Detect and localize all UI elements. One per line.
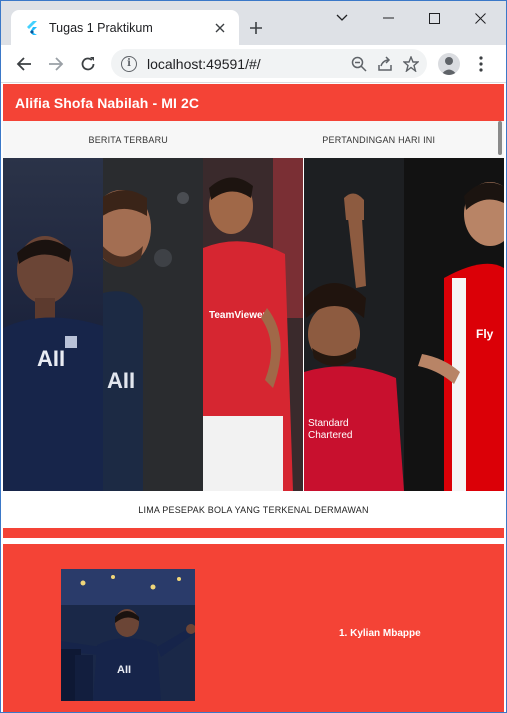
tab-pertandingan-hari-ini[interactable]: PERTANDINGAN HARI INI	[254, 135, 505, 145]
address-bar[interactable]: i localhost:49591/#/	[111, 49, 427, 78]
back-icon[interactable]	[12, 52, 36, 76]
hero-caption: LIMA PESEPAK BOLA YANG TERKENAL DERMAWAN	[3, 491, 504, 528]
player-photo-strip: TeamViewer	[203, 158, 304, 491]
player-card[interactable]: AII 1. Kylian Mbappe	[3, 544, 504, 712]
profile-icon[interactable]	[438, 53, 460, 75]
svg-text:Standard: Standard	[308, 418, 349, 429]
svg-text:Chartered: Chartered	[308, 430, 352, 441]
hero-image: AII AII TeamViewer Standard Chartered Fl…	[3, 158, 504, 491]
hero-caption-text: LIMA PESEPAK BOLA YANG TERKENAL DERMAWAN	[138, 504, 369, 515]
url-text[interactable]: localhost:49591/#/	[147, 56, 349, 72]
svg-text:TeamViewer: TeamViewer	[209, 310, 267, 321]
kebab-menu-icon[interactable]	[469, 52, 493, 76]
minimize-button[interactable]	[373, 7, 403, 29]
app-tab-bar: BERITA TERBARU PERTANDINGAN HARI INI	[3, 121, 504, 158]
forward-icon[interactable]	[44, 52, 68, 76]
zoom-icon[interactable]	[349, 54, 369, 74]
svg-text:AII: AII	[117, 664, 131, 676]
tab-title: Tugas 1 Praktikum	[49, 20, 153, 35]
divider	[3, 528, 504, 538]
player-photo: AII	[61, 569, 195, 701]
new-tab-button[interactable]	[245, 17, 267, 39]
svg-text:Fly: Fly	[476, 327, 494, 341]
tab-berita-terbaru[interactable]: BERITA TERBARU	[3, 135, 254, 145]
info-icon[interactable]: i	[121, 55, 137, 72]
player-name: 1. Kylian Mbappe	[339, 628, 421, 639]
player-photo-strip: Standard Chartered	[303, 158, 404, 491]
share-icon[interactable]	[375, 54, 395, 74]
player-photo-strip: AII	[3, 158, 103, 491]
app-title: Alifia Shofa Nabilah - MI 2C	[15, 94, 200, 111]
browser-toolbar: i localhost:49591/#/	[1, 45, 506, 83]
scrollbar-thumb[interactable]	[498, 121, 502, 155]
svg-text:AII: AII	[107, 368, 135, 393]
close-window-button[interactable]	[465, 7, 495, 29]
tab-search-button[interactable]	[327, 7, 357, 29]
star-icon[interactable]	[401, 54, 421, 74]
player-photo-strip: Fly	[403, 158, 504, 491]
svg-text:AII: AII	[37, 346, 65, 371]
browser-window: Tugas 1 Praktikum i localhost:49591/#/ A…	[0, 0, 507, 713]
close-tab-icon[interactable]	[211, 19, 229, 37]
page-viewport: Alifia Shofa Nabilah - MI 2C BERITA TERB…	[3, 84, 504, 712]
app-bar: Alifia Shofa Nabilah - MI 2C	[3, 84, 504, 121]
browser-tab[interactable]: Tugas 1 Praktikum	[11, 10, 239, 45]
player-photo-strip: AII	[103, 158, 204, 491]
flutter-favicon-icon	[25, 20, 39, 35]
tab-strip: Tugas 1 Praktikum	[1, 1, 506, 45]
maximize-button[interactable]	[419, 7, 449, 29]
reload-icon[interactable]	[76, 52, 100, 76]
